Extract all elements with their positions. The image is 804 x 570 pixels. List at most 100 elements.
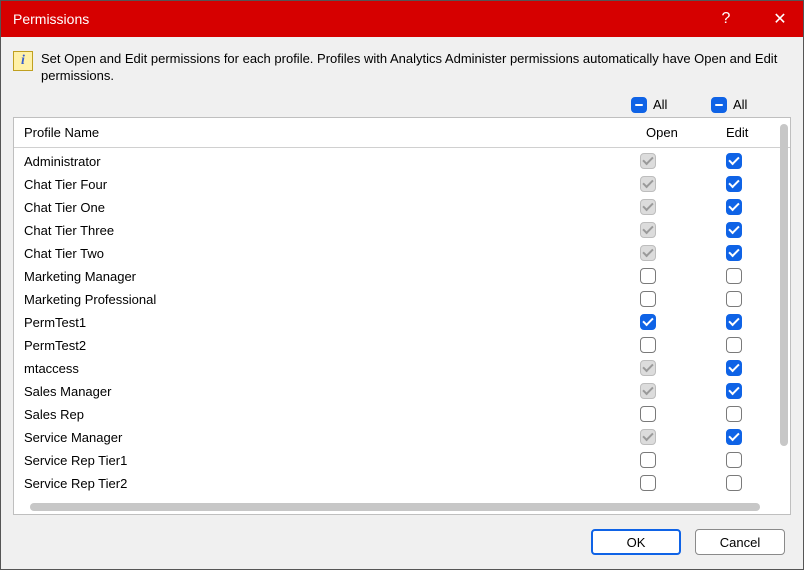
edit-checkbox[interactable]	[726, 337, 742, 353]
edit-checkbox[interactable]	[726, 406, 742, 422]
table-row: Chat Tier Three	[14, 219, 790, 242]
open-checkbox	[640, 153, 656, 169]
open-cell	[634, 383, 720, 399]
profile-name: Sales Rep	[18, 407, 634, 422]
table-row: Sales Rep	[14, 403, 790, 426]
edit-cell	[720, 360, 786, 376]
profile-name: Marketing Professional	[18, 292, 634, 307]
open-cell	[634, 452, 720, 468]
edit-checkbox[interactable]	[726, 176, 742, 192]
all-edit-group: All	[711, 97, 761, 113]
header-edit[interactable]: Edit	[726, 125, 786, 140]
open-checkbox[interactable]	[640, 452, 656, 468]
open-cell	[634, 245, 720, 261]
open-checkbox[interactable]	[640, 337, 656, 353]
open-checkbox	[640, 176, 656, 192]
table-row: Marketing Manager	[14, 265, 790, 288]
edit-checkbox[interactable]	[726, 314, 742, 330]
dialog-content: i Set Open and Edit permissions for each…	[1, 37, 803, 569]
edit-cell	[720, 383, 786, 399]
all-open-checkbox[interactable]	[631, 97, 647, 113]
header-profile-name[interactable]: Profile Name	[18, 125, 646, 140]
table-row: Service Rep Tier1	[14, 449, 790, 472]
all-open-label: All	[653, 97, 667, 112]
table-row: Chat Tier One	[14, 196, 790, 219]
edit-cell	[720, 475, 786, 491]
ok-button[interactable]: OK	[591, 529, 681, 555]
open-checkbox	[640, 199, 656, 215]
profile-name: mtaccess	[18, 361, 634, 376]
button-row: OK Cancel	[13, 515, 791, 557]
open-cell	[634, 291, 720, 307]
table-row: Marketing Professional	[14, 288, 790, 311]
edit-cell	[720, 337, 786, 353]
open-checkbox[interactable]	[640, 406, 656, 422]
close-button[interactable]: ✕	[757, 1, 803, 37]
open-cell	[634, 337, 720, 353]
horizontal-scrollbar[interactable]	[14, 500, 790, 514]
edit-checkbox[interactable]	[726, 429, 742, 445]
edit-cell	[720, 429, 786, 445]
table-row: Service Rep Tier2	[14, 472, 790, 495]
profile-name: Chat Tier Two	[18, 246, 634, 261]
edit-checkbox[interactable]	[726, 268, 742, 284]
open-cell	[634, 314, 720, 330]
edit-checkbox[interactable]	[726, 291, 742, 307]
info-text: Set Open and Edit permissions for each p…	[41, 51, 791, 85]
edit-checkbox[interactable]	[726, 199, 742, 215]
table-row: PermTest1	[14, 311, 790, 334]
help-icon: ?	[722, 10, 731, 28]
edit-checkbox[interactable]	[726, 360, 742, 376]
edit-cell	[720, 199, 786, 215]
edit-cell	[720, 314, 786, 330]
info-icon: i	[13, 51, 33, 71]
cancel-button[interactable]: Cancel	[695, 529, 785, 555]
profile-name: Service Rep Tier2	[18, 476, 634, 491]
edit-checkbox[interactable]	[726, 383, 742, 399]
all-open-group: All	[631, 97, 681, 113]
header-open[interactable]: Open	[646, 125, 726, 140]
table-row: PermTest2	[14, 334, 790, 357]
open-checkbox[interactable]	[640, 475, 656, 491]
edit-checkbox[interactable]	[726, 222, 742, 238]
open-checkbox	[640, 360, 656, 376]
profile-name: Sales Manager	[18, 384, 634, 399]
horizontal-scroll-thumb[interactable]	[30, 503, 760, 511]
edit-cell	[720, 452, 786, 468]
vertical-scrollbar[interactable]	[778, 120, 790, 486]
edit-cell	[720, 245, 786, 261]
open-cell	[634, 176, 720, 192]
edit-cell	[720, 222, 786, 238]
table-row: Chat Tier Two	[14, 242, 790, 265]
open-checkbox[interactable]	[640, 291, 656, 307]
all-edit-label: All	[733, 97, 747, 112]
open-cell	[634, 222, 720, 238]
edit-cell	[720, 153, 786, 169]
edit-cell	[720, 176, 786, 192]
edit-checkbox[interactable]	[726, 153, 742, 169]
profile-name: Administrator	[18, 154, 634, 169]
profile-name: Service Rep Tier1	[18, 453, 634, 468]
profile-name: Service Manager	[18, 430, 634, 445]
all-edit-checkbox[interactable]	[711, 97, 727, 113]
vertical-scroll-thumb[interactable]	[780, 124, 788, 446]
open-cell	[634, 199, 720, 215]
open-checkbox	[640, 245, 656, 261]
profiles-table: Profile Name Open Edit Administrator Chat…	[13, 117, 791, 515]
all-row: All All	[13, 95, 791, 117]
table-row: Sales Manager	[14, 380, 790, 403]
table-row: Administrator	[14, 150, 790, 173]
profile-name: Chat Tier Three	[18, 223, 634, 238]
edit-checkbox[interactable]	[726, 245, 742, 261]
open-checkbox	[640, 429, 656, 445]
open-checkbox[interactable]	[640, 314, 656, 330]
open-checkbox[interactable]	[640, 268, 656, 284]
open-cell	[634, 475, 720, 491]
edit-checkbox[interactable]	[726, 452, 742, 468]
help-button[interactable]: ?	[703, 1, 749, 37]
open-cell	[634, 429, 720, 445]
profile-name: Marketing Manager	[18, 269, 634, 284]
edit-checkbox[interactable]	[726, 475, 742, 491]
open-cell	[634, 360, 720, 376]
open-checkbox	[640, 383, 656, 399]
